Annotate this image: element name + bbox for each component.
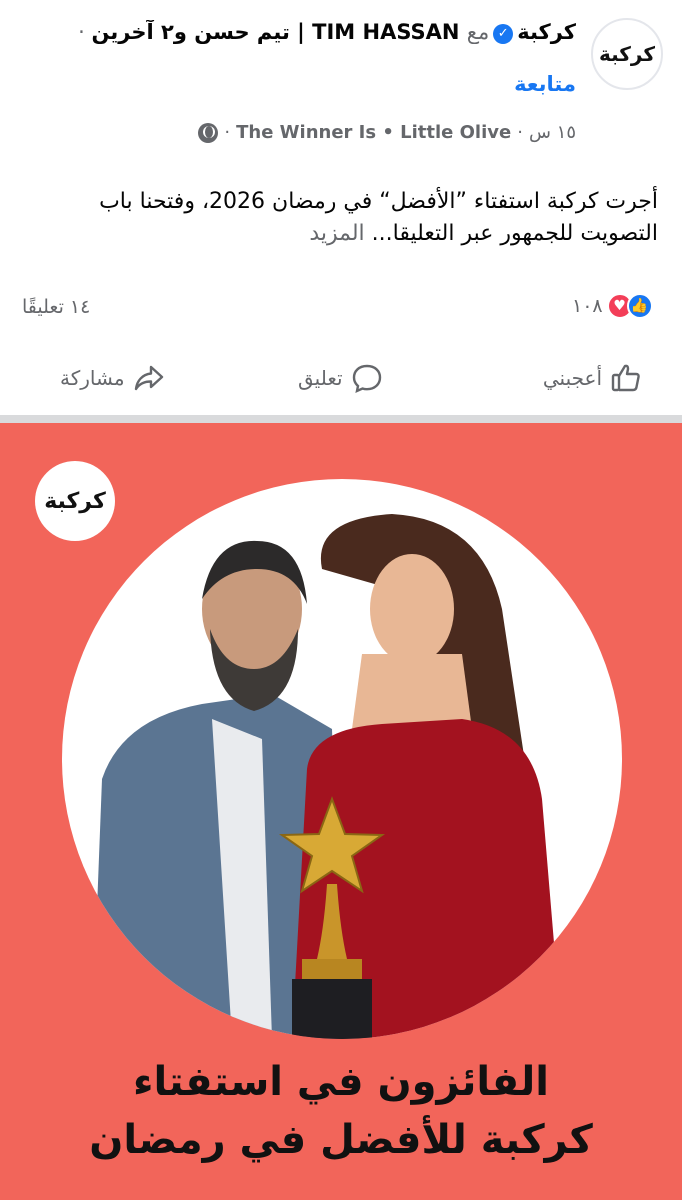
see-more-link[interactable]: المزيد (309, 221, 364, 246)
thumbs-up-icon (611, 364, 640, 392)
poster-title-line2: كركبة للأفضل في رمضان (89, 1117, 593, 1163)
post-text: أجرت كركبة استفتاء ”الأفضل“ في رمضان 202… (28, 186, 658, 250)
comment-button[interactable]: تعليق (298, 362, 383, 394)
like-reaction-icon: 👍 (626, 293, 653, 319)
globe-icon (198, 122, 219, 143)
comments-count[interactable]: ١٤ تعليقًا (22, 296, 90, 318)
page-avatar[interactable]: كركبة (591, 18, 663, 90)
reaction-count: ١٠٨ (572, 295, 603, 317)
page-logo: كركبة (599, 42, 655, 66)
portrait-circle (62, 479, 622, 1039)
page-name[interactable]: كركبة (517, 20, 576, 44)
poster-logo: كركبة (35, 461, 115, 541)
share-arrow-icon (134, 365, 163, 391)
verified-badge-icon: ✓ (493, 23, 514, 44)
meta-dot: · (517, 122, 523, 143)
divider (0, 415, 682, 423)
post-time[interactable]: ١٥ س (529, 122, 576, 143)
share-label: مشاركة (60, 366, 125, 390)
tagged-people[interactable]: TIM HASSAN | تيم حسن و٢ آخرين (92, 20, 460, 44)
post-image[interactable]: كركبة الفائزون في استفتاء كركبة للأفضل ف… (0, 423, 682, 1200)
winners-illustration (92, 514, 562, 1039)
comment-label: تعليق (298, 366, 343, 390)
reactions-summary[interactable]: 👍 ♥ ١٠٨ (572, 293, 653, 319)
like-label: أعجبني (542, 366, 602, 390)
post-tags[interactable]: The Winner Is • Little Olive (236, 122, 511, 143)
separator-dot: · (78, 20, 92, 44)
post-meta: ١٥ س · The Winner Is • Little Olive · (198, 122, 576, 143)
share-button[interactable]: مشاركة (60, 362, 165, 394)
meta-dot-2: · (224, 122, 231, 143)
comment-bubble-icon (352, 364, 381, 394)
follow-button[interactable]: متابعة (514, 72, 576, 96)
with-label: مع (466, 20, 490, 44)
like-button[interactable]: أعجبني (543, 362, 642, 394)
post-header: كركبة✓مع TIM HASSAN | تيم حسن و٢ آخرين · (16, 20, 576, 44)
post-body: أجرت كركبة استفتاء ”الأفضل“ في رمضان 202… (99, 189, 658, 246)
poster-title-line1: الفائزون في استفتاء (133, 1059, 549, 1105)
poster-title: الفائزون في استفتاء كركبة للأفضل في رمضا… (0, 1053, 682, 1169)
